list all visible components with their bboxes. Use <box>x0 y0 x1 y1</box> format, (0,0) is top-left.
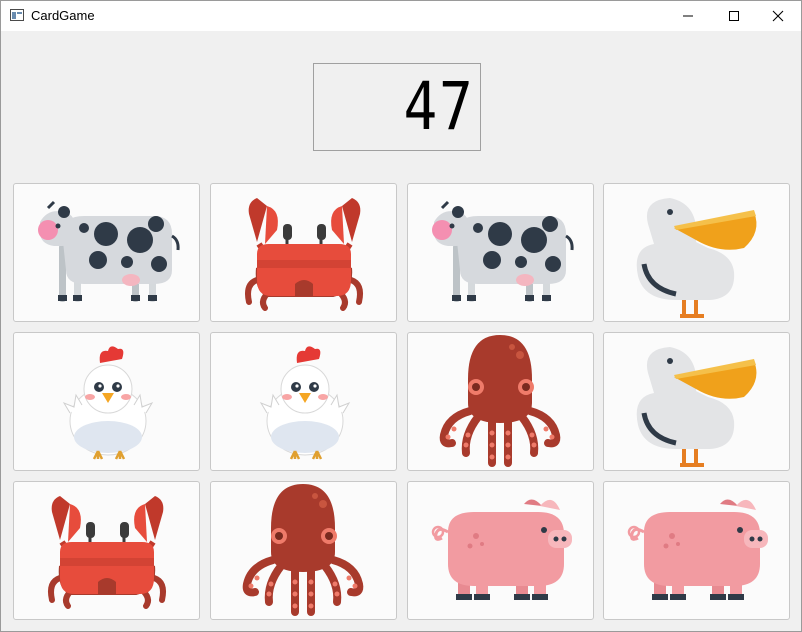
card-6-chicken[interactable] <box>210 332 397 471</box>
app-icon <box>10 9 24 21</box>
close-button[interactable] <box>755 1 801 31</box>
card-7-octopus[interactable] <box>407 332 594 471</box>
card-10-octopus[interactable] <box>210 481 397 620</box>
crab-icon <box>48 496 166 609</box>
minimize-button[interactable] <box>665 1 711 31</box>
maximize-button[interactable] <box>711 1 757 31</box>
card-3-cow[interactable] <box>407 183 594 322</box>
octopus-icon <box>439 335 561 467</box>
card-1-cow[interactable] <box>13 183 200 322</box>
card-11-pig[interactable] <box>407 481 594 620</box>
chicken-icon <box>259 346 351 460</box>
card-2-crab[interactable] <box>210 183 397 322</box>
card-4-pelican[interactable] <box>603 183 790 322</box>
card-9-crab[interactable] <box>13 481 200 620</box>
card-5-chicken[interactable] <box>13 332 200 471</box>
cow-icon <box>432 200 574 302</box>
title-bar[interactable]: CardGame <box>1 1 801 31</box>
pelican-icon <box>636 198 757 318</box>
app-window: CardGame 47 <box>0 0 802 632</box>
card-8-pelican[interactable] <box>603 332 790 471</box>
move-counter-display: 47 <box>313 63 481 151</box>
pig-icon <box>431 499 572 600</box>
close-icon <box>772 10 784 22</box>
octopus-icon <box>242 484 364 616</box>
maximize-icon <box>729 11 739 21</box>
cow-icon <box>38 200 180 302</box>
window-title: CardGame <box>31 8 95 23</box>
crab-icon <box>245 198 363 311</box>
card-12-pig[interactable] <box>603 481 790 620</box>
minimize-icon <box>683 15 693 17</box>
chicken-icon <box>62 346 154 460</box>
move-counter-value: 47 <box>403 68 474 145</box>
pelican-icon <box>636 347 757 467</box>
pig-icon <box>627 499 768 600</box>
